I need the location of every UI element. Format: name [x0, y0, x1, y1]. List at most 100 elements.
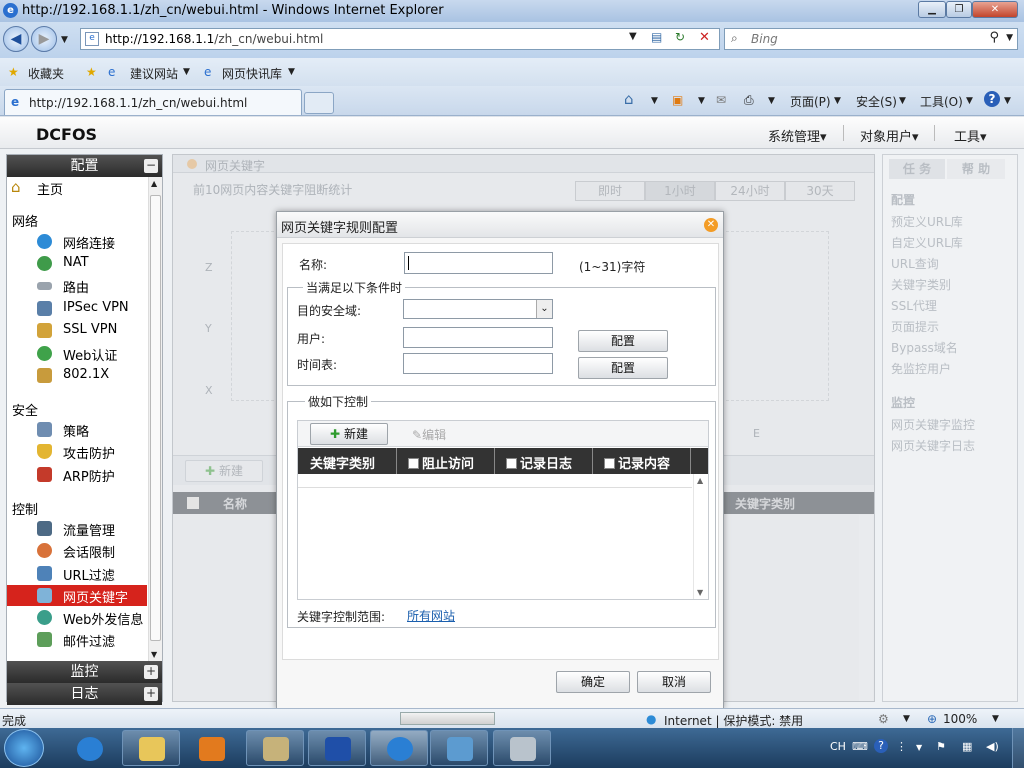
- sidebar-item-traffic-management[interactable]: 流量管理: [7, 518, 147, 539]
- tab-task[interactable]: 任 务: [889, 159, 945, 179]
- col-block-access[interactable]: 阻止访问: [408, 453, 474, 472]
- select-all-checkbox[interactable]: [187, 497, 199, 509]
- show-desktop-button[interactable]: [1012, 728, 1024, 768]
- page-menu[interactable]: 页面(P): [790, 93, 831, 110]
- help-icon[interactable]: ?: [874, 739, 888, 753]
- cancel-button[interactable]: 取消: [637, 671, 711, 693]
- search-go-icon[interactable]: ⚲: [989, 30, 999, 45]
- help-icon[interactable]: ?: [984, 91, 1000, 107]
- sidebar-item-route[interactable]: 路由: [7, 275, 147, 296]
- sidebar-monitor-header[interactable]: 监控 +: [7, 661, 162, 683]
- mail-icon[interactable]: ✉: [716, 93, 726, 107]
- zoom-dropdown-icon[interactable]: ▼: [992, 714, 999, 724]
- suggested-dropdown-icon[interactable]: ▼: [183, 67, 190, 77]
- col-record-content[interactable]: 记录内容: [604, 453, 670, 472]
- keyword-new-button[interactable]: ✚ 新建: [310, 423, 388, 445]
- popup-dropdown-icon[interactable]: ▼: [903, 714, 910, 724]
- sidebar-item-home[interactable]: ⌂ 主页: [7, 177, 147, 198]
- tools-menu-dropdown-icon[interactable]: ▼: [966, 96, 973, 106]
- ok-button[interactable]: 确定: [556, 671, 630, 693]
- minimize-button[interactable]: ▁: [918, 1, 946, 18]
- add-favorite-icon[interactable]: ★: [86, 65, 97, 79]
- sidebar-item-session-limit[interactable]: 会话限制: [7, 540, 147, 561]
- user-config-button[interactable]: 配置: [578, 330, 668, 352]
- sidebar-item-ipsec-vpn[interactable]: IPSec VPN: [7, 298, 147, 319]
- taskbar-media-player[interactable]: [182, 730, 240, 766]
- sidebar-item-web-keyword[interactable]: 网页关键字: [7, 585, 147, 606]
- sidebar-item-web-outbound[interactable]: Web外发信息: [7, 607, 147, 628]
- sidebar-item-policy[interactable]: 策略: [7, 419, 147, 440]
- gallery-dropdown-icon[interactable]: ▼: [288, 67, 295, 77]
- name-input[interactable]: [404, 252, 553, 274]
- taskbar-word[interactable]: [308, 730, 366, 766]
- sidebar-item-nat[interactable]: NAT: [7, 253, 147, 274]
- task-link[interactable]: 预定义URL库: [891, 213, 963, 230]
- safety-menu-dropdown-icon[interactable]: ▼: [899, 96, 906, 106]
- scope-all-sites-link[interactable]: 所有网站: [407, 607, 455, 624]
- suggested-sites-link[interactable]: 建议网站: [130, 65, 178, 82]
- task-link[interactable]: 网页关键字监控: [891, 416, 975, 433]
- taskbar-ie-active[interactable]: [370, 730, 428, 766]
- history-dropdown-icon[interactable]: ▼: [61, 35, 68, 45]
- taskbar-image-viewer[interactable]: [430, 730, 488, 766]
- user-input[interactable]: [403, 327, 553, 348]
- popup-blocker-icon[interactable]: ⚙: [878, 712, 889, 726]
- favorites-button[interactable]: 收藏夹: [28, 65, 64, 82]
- feeds-icon[interactable]: ▣: [672, 93, 683, 107]
- menu-objects-users[interactable]: 对象用户▾: [860, 126, 919, 145]
- search-dropdown-icon[interactable]: ▼: [1006, 33, 1013, 43]
- tab-help[interactable]: 帮 助: [947, 159, 1005, 179]
- flag-icon[interactable]: ⚑: [936, 740, 946, 753]
- sidebar-log-header[interactable]: 日志 +: [7, 683, 162, 705]
- print-icon[interactable]: ⎙: [744, 93, 754, 108]
- zoom-level[interactable]: 100%: [943, 712, 977, 726]
- sidebar-item-arp-defense[interactable]: ARP防护: [7, 464, 147, 485]
- sidebar-item-web-auth[interactable]: Web认证: [7, 343, 147, 364]
- task-link[interactable]: SSL代理: [891, 297, 937, 314]
- page-menu-dropdown-icon[interactable]: ▼: [834, 96, 841, 106]
- close-window-button[interactable]: ✕: [972, 1, 1018, 18]
- schedule-input[interactable]: [403, 353, 553, 374]
- sidebar-item-ssl-vpn[interactable]: SSL VPN: [7, 320, 147, 341]
- maximize-button[interactable]: ❐: [946, 1, 972, 18]
- task-link[interactable]: 网页关键字日志: [891, 437, 975, 454]
- keyboard-icon[interactable]: ⌨: [852, 740, 868, 753]
- sidebar-item-network-connection[interactable]: 网络连接: [7, 231, 147, 252]
- address-dropdown-icon[interactable]: ▼: [629, 31, 637, 42]
- start-button[interactable]: [4, 729, 44, 767]
- schedule-config-button[interactable]: 配置: [578, 357, 668, 379]
- safety-menu[interactable]: 安全(S): [856, 93, 897, 110]
- time-btn-30d[interactable]: 30天: [785, 181, 855, 201]
- taskbar-app[interactable]: [246, 730, 304, 766]
- new-tab-button[interactable]: [304, 92, 334, 114]
- task-link[interactable]: 自定义URL库: [891, 234, 963, 251]
- task-link[interactable]: 免监控用户: [891, 360, 951, 377]
- list-scrollbar[interactable]: [859, 515, 873, 701]
- taskbar-explorer[interactable]: [122, 730, 180, 766]
- taskbar-app[interactable]: [493, 730, 551, 766]
- col-record-log[interactable]: 记录日志: [506, 453, 572, 472]
- home-dropdown-icon[interactable]: ▼: [651, 96, 658, 106]
- keyword-edit-button[interactable]: ✎编辑: [412, 426, 446, 443]
- sidebar-item-url-filter[interactable]: URL过滤: [7, 563, 147, 584]
- stop-icon[interactable]: ✕: [699, 30, 710, 45]
- taskbar-ie-pinned[interactable]: [60, 730, 118, 766]
- dest-zone-select[interactable]: ⌄: [403, 299, 553, 319]
- compat-view-icon[interactable]: ▤: [651, 30, 662, 44]
- back-button[interactable]: ◀: [3, 26, 29, 52]
- forward-button[interactable]: ▶: [31, 26, 57, 52]
- tools-menu[interactable]: 工具(O): [920, 93, 963, 110]
- browser-tab[interactable]: e http://192.168.1.1/zh_cn/webui.html: [4, 89, 302, 115]
- sidebar-item-mail-filter[interactable]: 邮件过滤: [7, 629, 147, 650]
- tray-expand-icon[interactable]: ▼: [916, 743, 922, 752]
- menu-system-management[interactable]: 系统管理▾: [768, 126, 827, 145]
- keyword-table-scrollbar[interactable]: ▲ ▼: [693, 474, 708, 599]
- address-bar[interactable]: e http://192.168.1.1/zh_cn/webui.html ▼ …: [80, 28, 720, 50]
- sidebar-scrollbar[interactable]: ▲ ▼: [148, 177, 162, 661]
- time-btn-1h[interactable]: 1小时: [645, 181, 715, 201]
- search-box[interactable]: ⌕ Bing ⚲ ▼: [724, 28, 1018, 50]
- sidebar-item-attack-defense[interactable]: 攻击防护: [7, 441, 147, 462]
- sidebar-item-8021x[interactable]: 802.1X: [7, 365, 147, 386]
- time-btn-24h[interactable]: 24小时: [715, 181, 785, 201]
- refresh-icon[interactable]: ↻: [675, 30, 685, 44]
